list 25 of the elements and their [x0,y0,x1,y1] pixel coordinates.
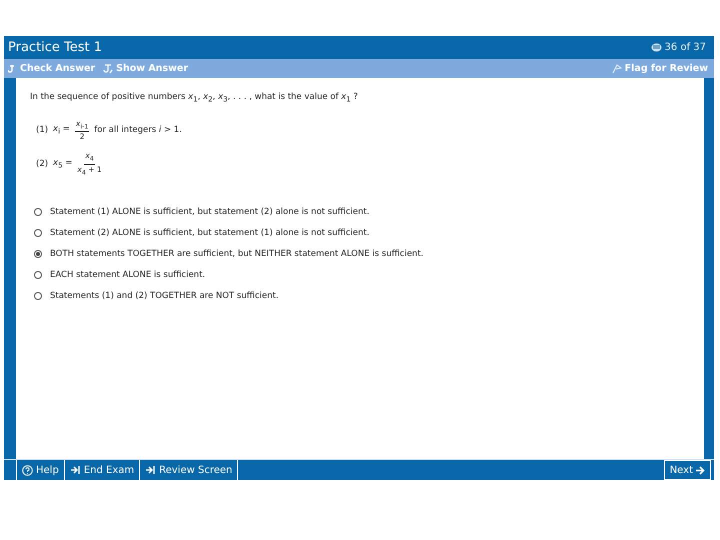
arrow-right-icon [696,466,705,474]
flag-icon [612,64,622,74]
radio-button[interactable] [34,292,42,300]
answer-choice[interactable]: EACH statement ALONE is sufficient. [50,270,206,280]
radio-button[interactable] [34,250,42,258]
statement-number: (1) [36,124,48,135]
answer-choice[interactable]: BOTH statements TOGETHER are sufficient, but NEITHER statement ALONE is sufficient. [50,249,424,260]
question-text: In the sequence of positive numbers x$_{1}$, x$_{2}$, x$_{3}$, . . . , what is the value of x$_{1}$ ? [30,91,359,106]
exit-icon [70,465,81,475]
arrow-bar-icon [145,465,156,475]
answer-choice[interactable]: Statement (2) ALONE is sufficient, but statement (1) alone is not sufficient. [50,228,370,238]
radio-button[interactable] [34,208,42,216]
equation-lhs: x$_{i}$ = [53,124,70,136]
window-title: Practice Test 1 [8,40,102,54]
statement-condition: for all integers i > 1. [94,124,182,135]
next-button[interactable]: Next [664,460,711,480]
answer-choice[interactable]: Statement (1) ALONE is sufficient, but statement (2) alone is not sufficient. [50,207,370,218]
answer-choice[interactable]: Statements (1) and (2) TOGETHER are NOT sufficient. [50,291,279,302]
list-icon [650,42,662,52]
radio-button[interactable] [34,271,42,280]
equation-lhs: x$_{5}$ = [53,158,72,170]
help-icon [22,464,33,476]
statement-number: (2) [36,159,48,170]
radio-button[interactable] [34,229,42,238]
question-counter: 36 of 37 [664,42,706,52]
